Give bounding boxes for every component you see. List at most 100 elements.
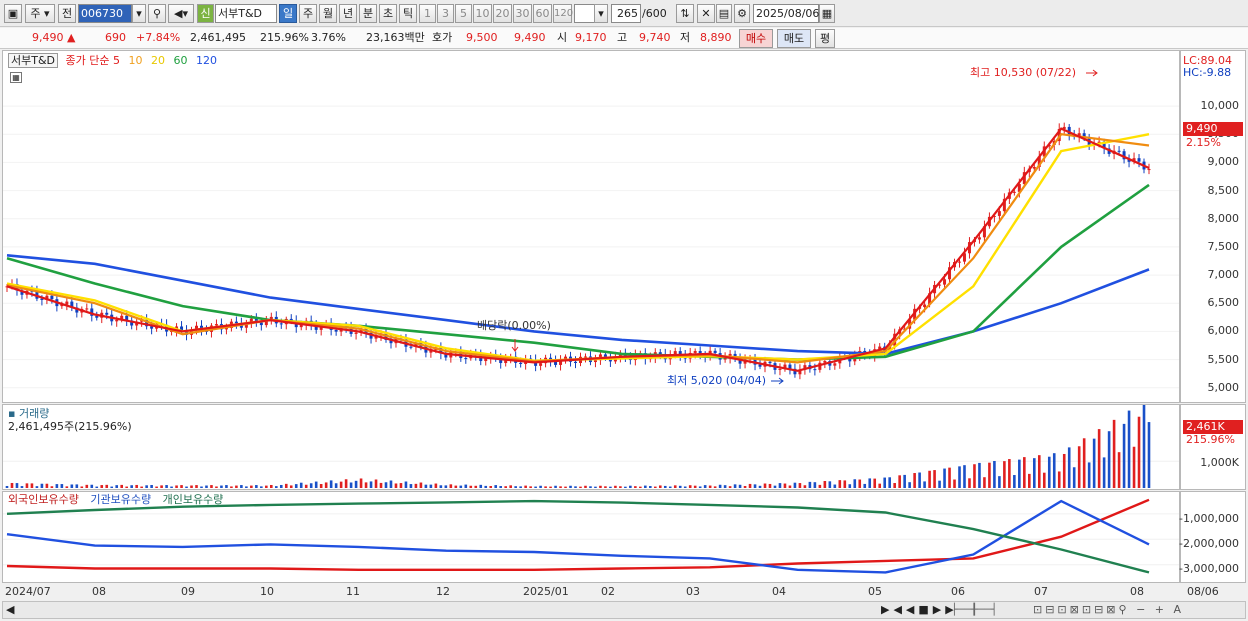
count-input[interactable]: 265	[611, 4, 641, 23]
minute-1[interactable]: 1	[419, 4, 436, 23]
volume-bar	[464, 484, 468, 488]
volume-bar	[90, 484, 94, 488]
stock-code-input[interactable]: 006730	[78, 4, 132, 23]
minute-60[interactable]: 60	[533, 4, 552, 23]
volume-bar	[943, 468, 946, 488]
table-icon[interactable]: ▦	[10, 72, 22, 83]
volume-bar	[639, 486, 642, 488]
prev-button[interactable]: 전	[58, 4, 76, 23]
volume-bar	[374, 479, 378, 488]
chevron-down-icon[interactable]: ▾	[132, 4, 146, 23]
zoom-icon[interactable]: ⇅	[676, 4, 694, 23]
tab-second[interactable]: 초	[379, 4, 397, 23]
stock-name-field[interactable]: 서부T&D	[215, 4, 277, 23]
volume-bar	[220, 485, 223, 488]
open-price: 9,170	[575, 31, 607, 44]
price-tick-label: 7,000	[1207, 268, 1240, 282]
volume-bar	[459, 485, 463, 488]
date-input[interactable]: 2025/08/06	[753, 4, 819, 23]
volume-bar	[434, 483, 438, 488]
chevron-down-icon[interactable]: ▾	[594, 4, 608, 23]
volume-bar	[25, 483, 29, 488]
legend-ma60: 60	[173, 54, 188, 67]
low-arrow	[771, 377, 784, 385]
volume-chart[interactable]	[3, 405, 1179, 489]
volume-bar	[225, 485, 228, 488]
candle-body	[997, 211, 1001, 216]
dividend-annotation: 배당락(0.00%)	[477, 319, 551, 332]
last-price-pct: 2.15%	[1186, 136, 1221, 149]
tab-day[interactable]: 일	[279, 4, 297, 23]
minute-3[interactable]: 3	[437, 4, 454, 23]
low-price: 8,890	[700, 31, 732, 44]
x-tick-label: 10	[260, 585, 274, 598]
tab-year[interactable]: 년	[339, 4, 357, 23]
minute-30[interactable]: 30	[513, 4, 532, 23]
trade-amount: 23,163백만	[366, 31, 425, 44]
scroll-left-icon[interactable]: ◀	[6, 603, 14, 616]
tab-week[interactable]: 주	[299, 4, 317, 23]
volume-bar	[314, 481, 318, 488]
volume-bar	[404, 481, 408, 488]
minute-120[interactable]: 120	[553, 4, 573, 23]
legend-ma-label: 종가 단순	[65, 54, 110, 67]
current-price: 9,490	[32, 31, 64, 44]
holdings-axis: -1,000,000 -2,000,000 -3,000,000	[1179, 491, 1246, 583]
volume-bar	[1137, 416, 1141, 488]
volume-bar	[863, 483, 867, 488]
price-chart[interactable]	[3, 51, 1179, 402]
tab-minute[interactable]: 분	[359, 4, 377, 23]
minute-20[interactable]: 20	[493, 4, 512, 23]
search-icon[interactable]: ⚲	[148, 4, 166, 23]
x-tick-label: 11	[346, 585, 360, 598]
volume-bar	[848, 484, 852, 488]
volume-bar	[619, 486, 622, 488]
sell-button[interactable]: 매도	[777, 29, 811, 48]
save-icon[interactable]: ▤	[716, 4, 732, 23]
scrollbar[interactable]: ◀ ▶◀◀■▶▶ ├──╂──┤ ⊡⊟⊡⊠⊡⊟⊠⚲ − + A	[2, 601, 1246, 619]
calendar-icon[interactable]: ▦	[819, 4, 835, 23]
tab-month[interactable]: 월	[319, 4, 337, 23]
volume-tick: 1,000K	[1200, 456, 1239, 469]
volume-bar	[1147, 422, 1151, 488]
shin-button[interactable]: 신	[197, 4, 214, 23]
eval-button[interactable]: 평	[815, 29, 835, 48]
volume-bar	[569, 485, 572, 488]
volume-bar	[823, 480, 827, 488]
draw-tool-icon[interactable]: ✕	[697, 4, 715, 23]
playback-controls[interactable]: ▶◀◀■▶▶	[881, 603, 958, 616]
price-tick-label: 10,000	[1200, 99, 1240, 113]
layout-icon[interactable]: ▣	[4, 4, 22, 23]
market-label: 주	[30, 7, 41, 20]
turnover-rate: 3.76%	[311, 31, 346, 44]
speaker-icon[interactable]: ◀▾	[168, 4, 194, 23]
market-select[interactable]: 주 ▾	[25, 4, 55, 23]
candle-body	[409, 346, 413, 348]
minute-10[interactable]: 10	[473, 4, 492, 23]
holdings-line	[6, 499, 1150, 574]
volume-bar	[519, 486, 522, 488]
volume-bar	[843, 480, 847, 488]
buy-button[interactable]: 매수	[739, 29, 773, 48]
tab-tick[interactable]: 틱	[399, 4, 417, 23]
gear-icon[interactable]: ⚙	[734, 4, 750, 23]
volume-bar	[270, 484, 273, 488]
volume-bar	[175, 485, 178, 488]
volume-bar	[549, 486, 552, 488]
minute-5[interactable]: 5	[455, 4, 472, 23]
legend-ma20: 20	[151, 54, 165, 67]
volume-bar	[30, 483, 34, 488]
volume-bar	[140, 486, 143, 488]
candle-body	[758, 364, 762, 367]
volume-bar	[1008, 459, 1011, 488]
volume-bar	[668, 486, 672, 488]
volume-value: 2,461,495주(215.96%)	[8, 420, 132, 433]
holdings-tick-1m: -1,000,000	[1179, 512, 1239, 525]
volume-bar	[933, 470, 936, 488]
volume-bar	[349, 482, 353, 488]
volume-bar	[484, 485, 488, 488]
zoom-slider[interactable]: ├──╂──┤	[951, 603, 997, 616]
tool-icons[interactable]: ⊡⊟⊡⊠⊡⊟⊠⚲ − + A	[1033, 603, 1184, 616]
legend-ma5: 5	[113, 54, 120, 67]
volume-bar	[170, 486, 173, 488]
